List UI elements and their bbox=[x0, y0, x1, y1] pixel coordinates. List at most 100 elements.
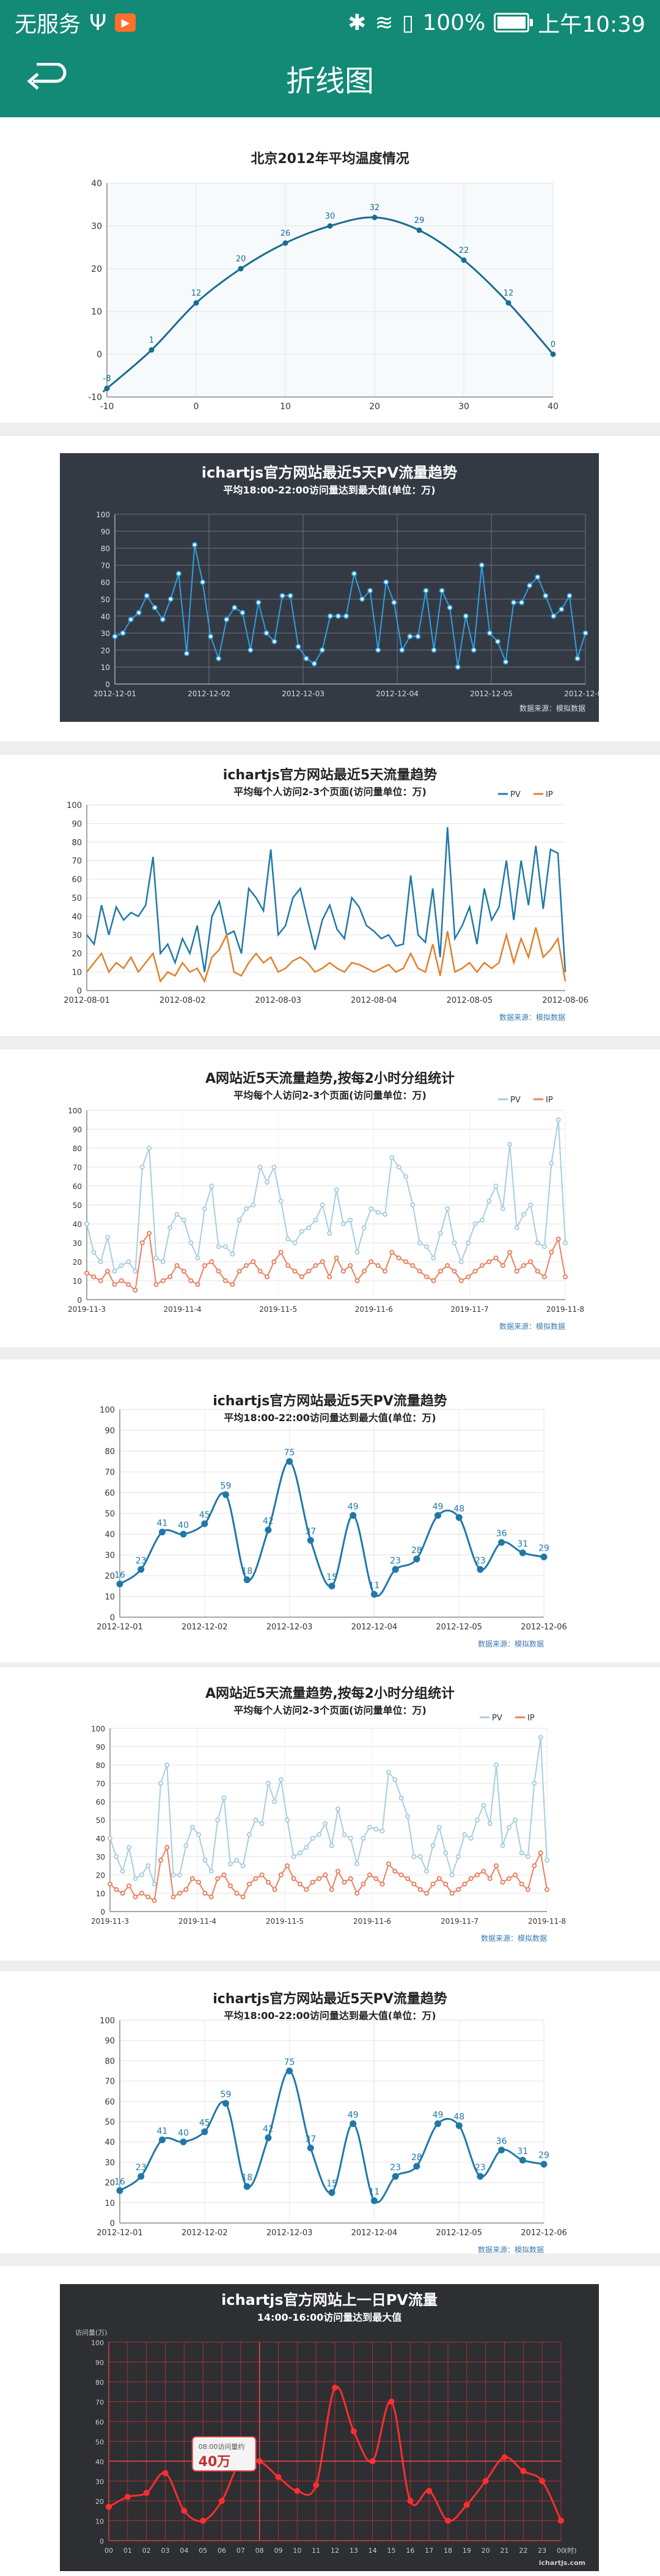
data-point bbox=[334, 1255, 339, 1261]
data-label: 49 bbox=[433, 2110, 444, 2120]
data-point bbox=[310, 1880, 315, 1885]
data-source-label: 数据来源：模拟数据 bbox=[478, 2245, 544, 2254]
data-label: 59 bbox=[221, 2090, 232, 2100]
data-point bbox=[230, 1282, 235, 1287]
chart-subtitle: 平均每个人访问2-3个页面(访问量单位：万) bbox=[233, 1090, 427, 1101]
data-label: 29 bbox=[538, 2151, 549, 2161]
data-point bbox=[449, 1872, 455, 1877]
data-label: 75 bbox=[284, 1448, 295, 1458]
data-point bbox=[181, 1217, 186, 1223]
data-point bbox=[192, 542, 198, 548]
data-point bbox=[535, 1240, 540, 1245]
tooltip-value: 40万 bbox=[199, 2454, 231, 2470]
data-point bbox=[461, 257, 467, 263]
chart-card-5: ichartjs官方网站最近5天PV流量趋势 平均18:00-22:00访问量达到… bbox=[0, 1359, 660, 1662]
data-point bbox=[278, 1872, 284, 1877]
x-tick-label: 2012-12-01 bbox=[97, 2229, 143, 2238]
data-point bbox=[386, 1861, 391, 1866]
credit-label: ichartjs.com bbox=[539, 2559, 585, 2567]
status-left: 无服务 Ψ ▶ bbox=[15, 0, 136, 45]
y-tick-label: 40 bbox=[101, 613, 110, 621]
data-label: 30 bbox=[325, 212, 336, 221]
x-tick-label: 09 bbox=[274, 2547, 283, 2555]
data-point bbox=[498, 1539, 505, 1546]
y-tick-label: 60 bbox=[72, 876, 82, 885]
app-bar: 折线图 bbox=[0, 45, 660, 117]
data-point bbox=[348, 1217, 353, 1223]
x-tick-label: 2012-12-01 bbox=[97, 1623, 143, 1632]
chart-card-3: ichartjs官方网站最近5天流量趋势 平均每个人访问2-3个页面(访问量单位：… bbox=[0, 755, 660, 1036]
data-point bbox=[403, 1174, 408, 1179]
tooltip-label: 08:00访问量约 bbox=[199, 2443, 245, 2451]
data-point bbox=[112, 1268, 117, 1274]
x-tick-label: 06 bbox=[218, 2547, 226, 2555]
data-point bbox=[158, 1529, 166, 1536]
data-point bbox=[494, 1863, 499, 1868]
data-point bbox=[259, 1821, 265, 1826]
chart-panel bbox=[60, 2284, 599, 2571]
data-point bbox=[152, 1898, 157, 1903]
data-point bbox=[493, 1255, 499, 1261]
data-point bbox=[328, 2189, 336, 2196]
data-point bbox=[221, 1872, 227, 1877]
x-tick-label: 2012-12-02 bbox=[182, 2229, 228, 2238]
data-point bbox=[328, 1582, 336, 1590]
y-tick-label: 60 bbox=[96, 1798, 105, 1806]
x-tick-label: 2019-11-7 bbox=[441, 1917, 479, 1926]
data-point bbox=[519, 1882, 524, 1887]
y-tick-label: 60 bbox=[73, 1182, 82, 1191]
x-tick-label: 2012-12-04 bbox=[351, 1623, 398, 1632]
y-tick-label: 100 bbox=[68, 1107, 82, 1115]
data-point bbox=[282, 240, 288, 246]
x-tick-label: 10 bbox=[293, 2547, 301, 2555]
data-point bbox=[145, 1863, 151, 1868]
bluetooth-icon: ✱ bbox=[348, 10, 367, 35]
data-point bbox=[216, 655, 222, 661]
data-point bbox=[202, 1891, 208, 1896]
data-point bbox=[336, 1869, 341, 1874]
data-point bbox=[361, 1225, 367, 1231]
data-point bbox=[494, 639, 501, 644]
legend-label: PV bbox=[510, 1096, 521, 1105]
data-point bbox=[180, 2138, 187, 2145]
data-point bbox=[479, 1263, 485, 1268]
data-point bbox=[297, 1850, 302, 1855]
data-point bbox=[511, 600, 517, 606]
data-point bbox=[114, 1854, 119, 1859]
y-tick-label: 30 bbox=[105, 1551, 115, 1560]
data-point bbox=[323, 1821, 328, 1826]
y-tick-label: 100 bbox=[67, 801, 82, 810]
data-point bbox=[116, 1581, 123, 1588]
data-point bbox=[348, 1876, 353, 1881]
data-point bbox=[500, 1263, 505, 1268]
data-point bbox=[383, 579, 389, 585]
data-point bbox=[240, 1894, 246, 1899]
data-point bbox=[472, 1268, 478, 1274]
y-tick-label: 10 bbox=[105, 2199, 115, 2208]
data-point bbox=[424, 1891, 430, 1896]
y-tick-label: 100 bbox=[100, 1406, 115, 1415]
y-tick-label: 90 bbox=[105, 1427, 115, 1436]
data-label: 20 bbox=[236, 255, 246, 264]
y-tick-label: 80 bbox=[95, 2379, 104, 2387]
data-point bbox=[196, 1832, 202, 1837]
y-tick-label: 20 bbox=[72, 950, 82, 959]
data-point bbox=[181, 2508, 188, 2514]
y-tick-label: 0 bbox=[105, 680, 110, 689]
data-label: 23 bbox=[390, 2163, 401, 2173]
x-tick-label: -10 bbox=[100, 402, 114, 412]
data-point bbox=[424, 1244, 430, 1250]
x-tick-label: 2012-08-05 bbox=[447, 996, 493, 1005]
y-tick-label: 70 bbox=[96, 1780, 105, 1788]
data-point bbox=[487, 1876, 493, 1881]
data-point bbox=[227, 1883, 233, 1888]
x-tick-label: 18 bbox=[444, 2547, 452, 2555]
data-point bbox=[112, 1282, 117, 1287]
data-label: 31 bbox=[517, 2147, 528, 2156]
data-point bbox=[208, 1869, 214, 1874]
data-label: 48 bbox=[453, 2112, 464, 2122]
data-label: 49 bbox=[348, 2110, 359, 2120]
data-point bbox=[174, 1263, 180, 1268]
data-point bbox=[475, 1817, 480, 1822]
data-label: 23 bbox=[475, 1556, 486, 1566]
